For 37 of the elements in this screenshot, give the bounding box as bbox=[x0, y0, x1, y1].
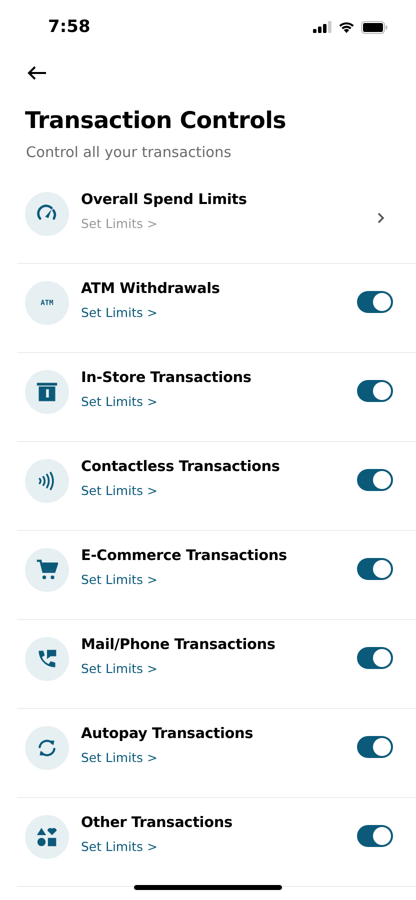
chevron-icon[interactable] bbox=[377, 212, 385, 224]
control-title: E-Commerce Transactions bbox=[81, 548, 288, 564]
control-title: Mail/Phone Transactions bbox=[81, 637, 276, 653]
set-limits-link[interactable]: Set Limits > bbox=[81, 661, 158, 676]
toggle-switch[interactable] bbox=[357, 291, 393, 313]
speedometer-icon bbox=[25, 192, 69, 236]
page-subtitle: Control all your transactions bbox=[26, 145, 232, 161]
toggle-switch[interactable] bbox=[357, 558, 393, 580]
signal-icon bbox=[313, 21, 332, 33]
toggle-switch[interactable] bbox=[357, 469, 393, 491]
set-limits-link[interactable]: Set Limits > bbox=[81, 839, 158, 854]
contactless-icon bbox=[25, 459, 69, 503]
control-title: Autopay Transactions bbox=[81, 726, 254, 742]
control-title: Overall Spend Limits bbox=[81, 192, 248, 208]
store-icon bbox=[25, 370, 69, 414]
control-title: In-Store Transactions bbox=[81, 370, 252, 386]
toggle-switch[interactable] bbox=[357, 647, 393, 669]
set-limits-link[interactable]: Set Limits > bbox=[81, 305, 158, 320]
control-title: Other Transactions bbox=[81, 815, 234, 831]
toggle-switch[interactable] bbox=[357, 380, 393, 402]
set-limits-link[interactable]: Set Limits > bbox=[81, 483, 158, 498]
control-title: Contactless Transactions bbox=[81, 459, 281, 475]
toggle-switch[interactable] bbox=[357, 736, 393, 758]
set-limits-link[interactable]: Set Limits > bbox=[81, 750, 158, 765]
status-time: 7:58 bbox=[48, 17, 90, 37]
shapes-icon bbox=[25, 815, 69, 859]
sync-icon bbox=[25, 726, 69, 770]
set-limits-link[interactable]: Set Limits > bbox=[81, 572, 158, 587]
wifi-icon bbox=[338, 21, 355, 33]
set-limits-link[interactable]: Set Limits > bbox=[81, 394, 158, 409]
control-title: ATM Withdrawals bbox=[81, 281, 221, 297]
cart-icon bbox=[25, 548, 69, 592]
battery-icon bbox=[361, 20, 388, 34]
back-button[interactable] bbox=[26, 66, 48, 82]
toggle-switch[interactable] bbox=[357, 825, 393, 847]
page-title: Transaction Controls bbox=[25, 108, 288, 134]
phone-icon bbox=[25, 637, 69, 681]
